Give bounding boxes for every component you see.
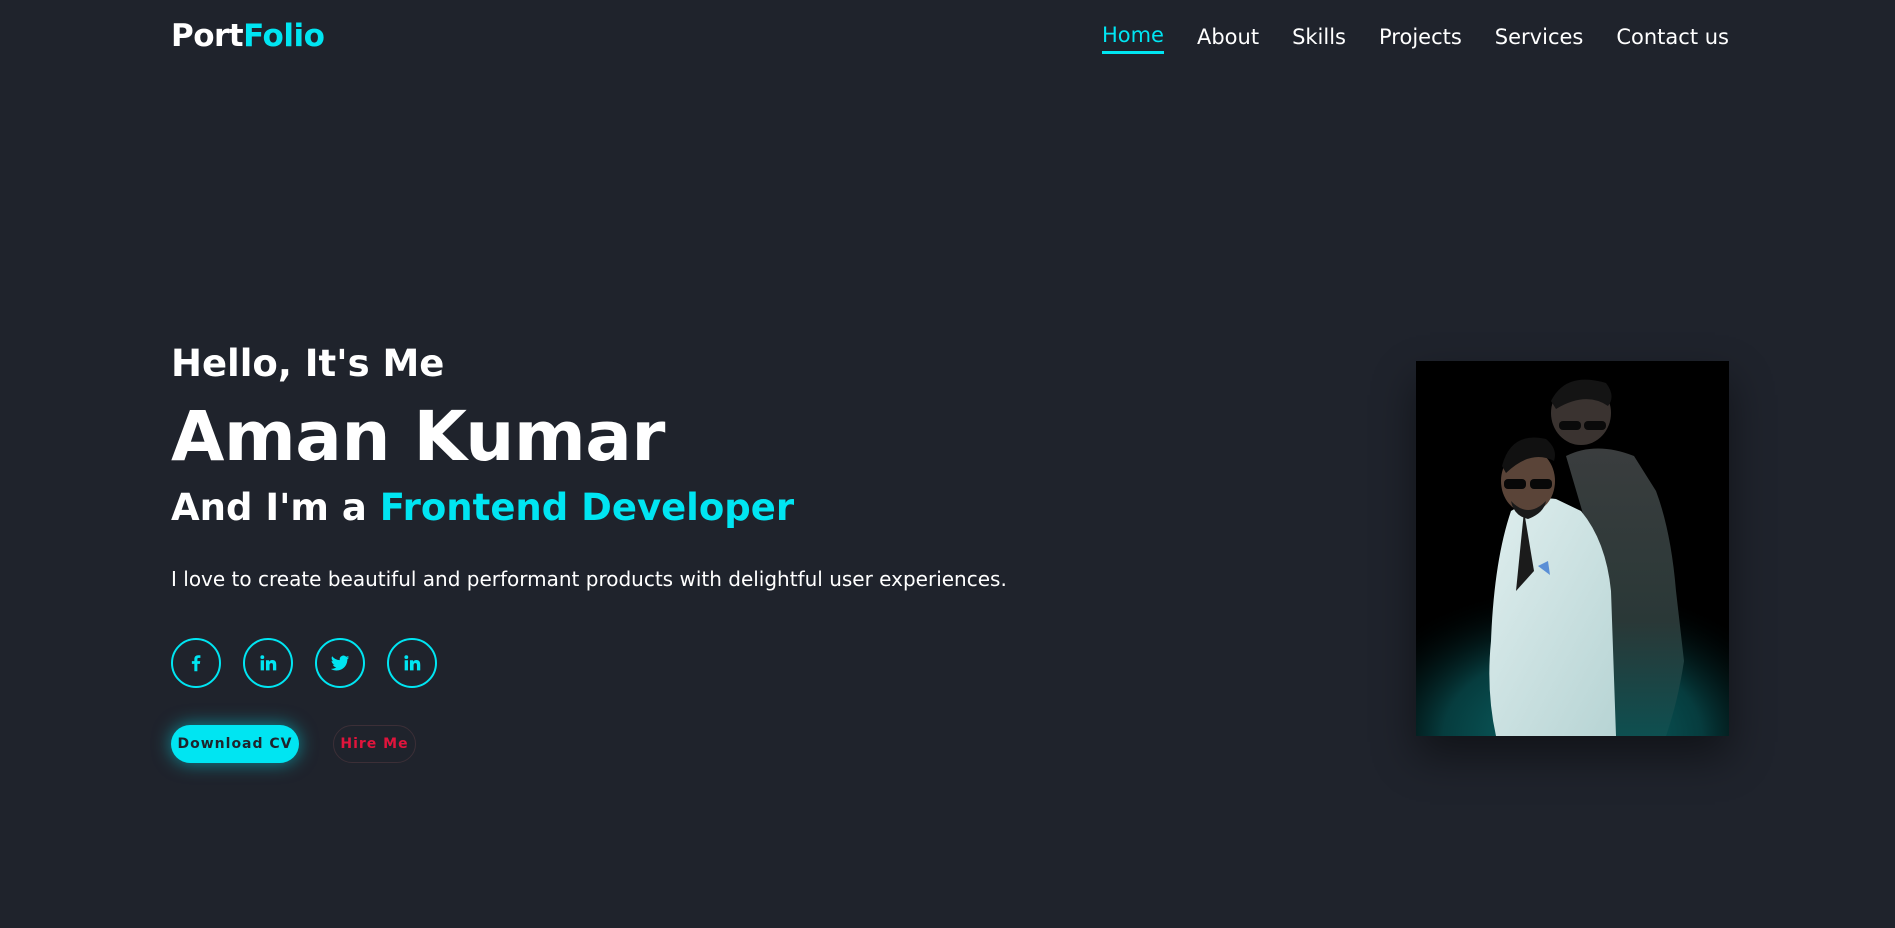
hero-name: Aman Kumar — [171, 397, 665, 477]
profile-photo — [1416, 361, 1729, 736]
hero-role-line: And I'm a Frontend Developer — [171, 480, 1007, 536]
hire-me-button[interactable]: Hire Me — [333, 725, 416, 763]
twitter-icon — [330, 655, 350, 671]
nav-contact[interactable]: Contact us — [1616, 20, 1729, 54]
twitter-link[interactable] — [315, 638, 365, 688]
nav-projects[interactable]: Projects — [1379, 20, 1462, 54]
linkedin-link-2[interactable] — [387, 638, 437, 688]
facebook-link[interactable] — [171, 638, 221, 688]
download-cv-button[interactable]: Download CV — [171, 725, 299, 763]
linkedin-link[interactable] — [243, 638, 293, 688]
logo[interactable]: PortFolio — [171, 16, 325, 56]
hero-role: Frontend Developer — [379, 486, 795, 529]
nav-services[interactable]: Services — [1495, 20, 1584, 54]
logo-part-folio: Folio — [243, 18, 325, 54]
profile-photo-illustration — [1416, 361, 1729, 736]
nav-skills[interactable]: Skills — [1292, 20, 1346, 54]
social-links — [171, 638, 437, 688]
nav-home[interactable]: Home — [1101, 20, 1164, 54]
hero-tagline: I love to create beautiful and performan… — [171, 567, 1007, 591]
linkedin-icon — [260, 655, 277, 671]
facebook-icon — [191, 655, 201, 672]
page: PortFolio Home About Skills Projects Ser… — [0, 0, 1895, 928]
nav-about[interactable]: About — [1197, 20, 1259, 54]
linkedin-icon — [404, 655, 421, 671]
logo-part-port: Port — [171, 18, 244, 54]
main-nav: Home About Skills Projects Services Cont… — [1101, 20, 1729, 54]
hero-buttons: Download CV Hire Me — [171, 725, 416, 763]
hero-greeting: Hello, It's Me — [171, 342, 445, 385]
site-header: PortFolio Home About Skills Projects Ser… — [0, 0, 1895, 74]
hero-section: Hello, It's Me Aman Kumar And I'm a Fron… — [171, 336, 1007, 594]
hero-role-prefix: And I'm a — [171, 486, 380, 529]
